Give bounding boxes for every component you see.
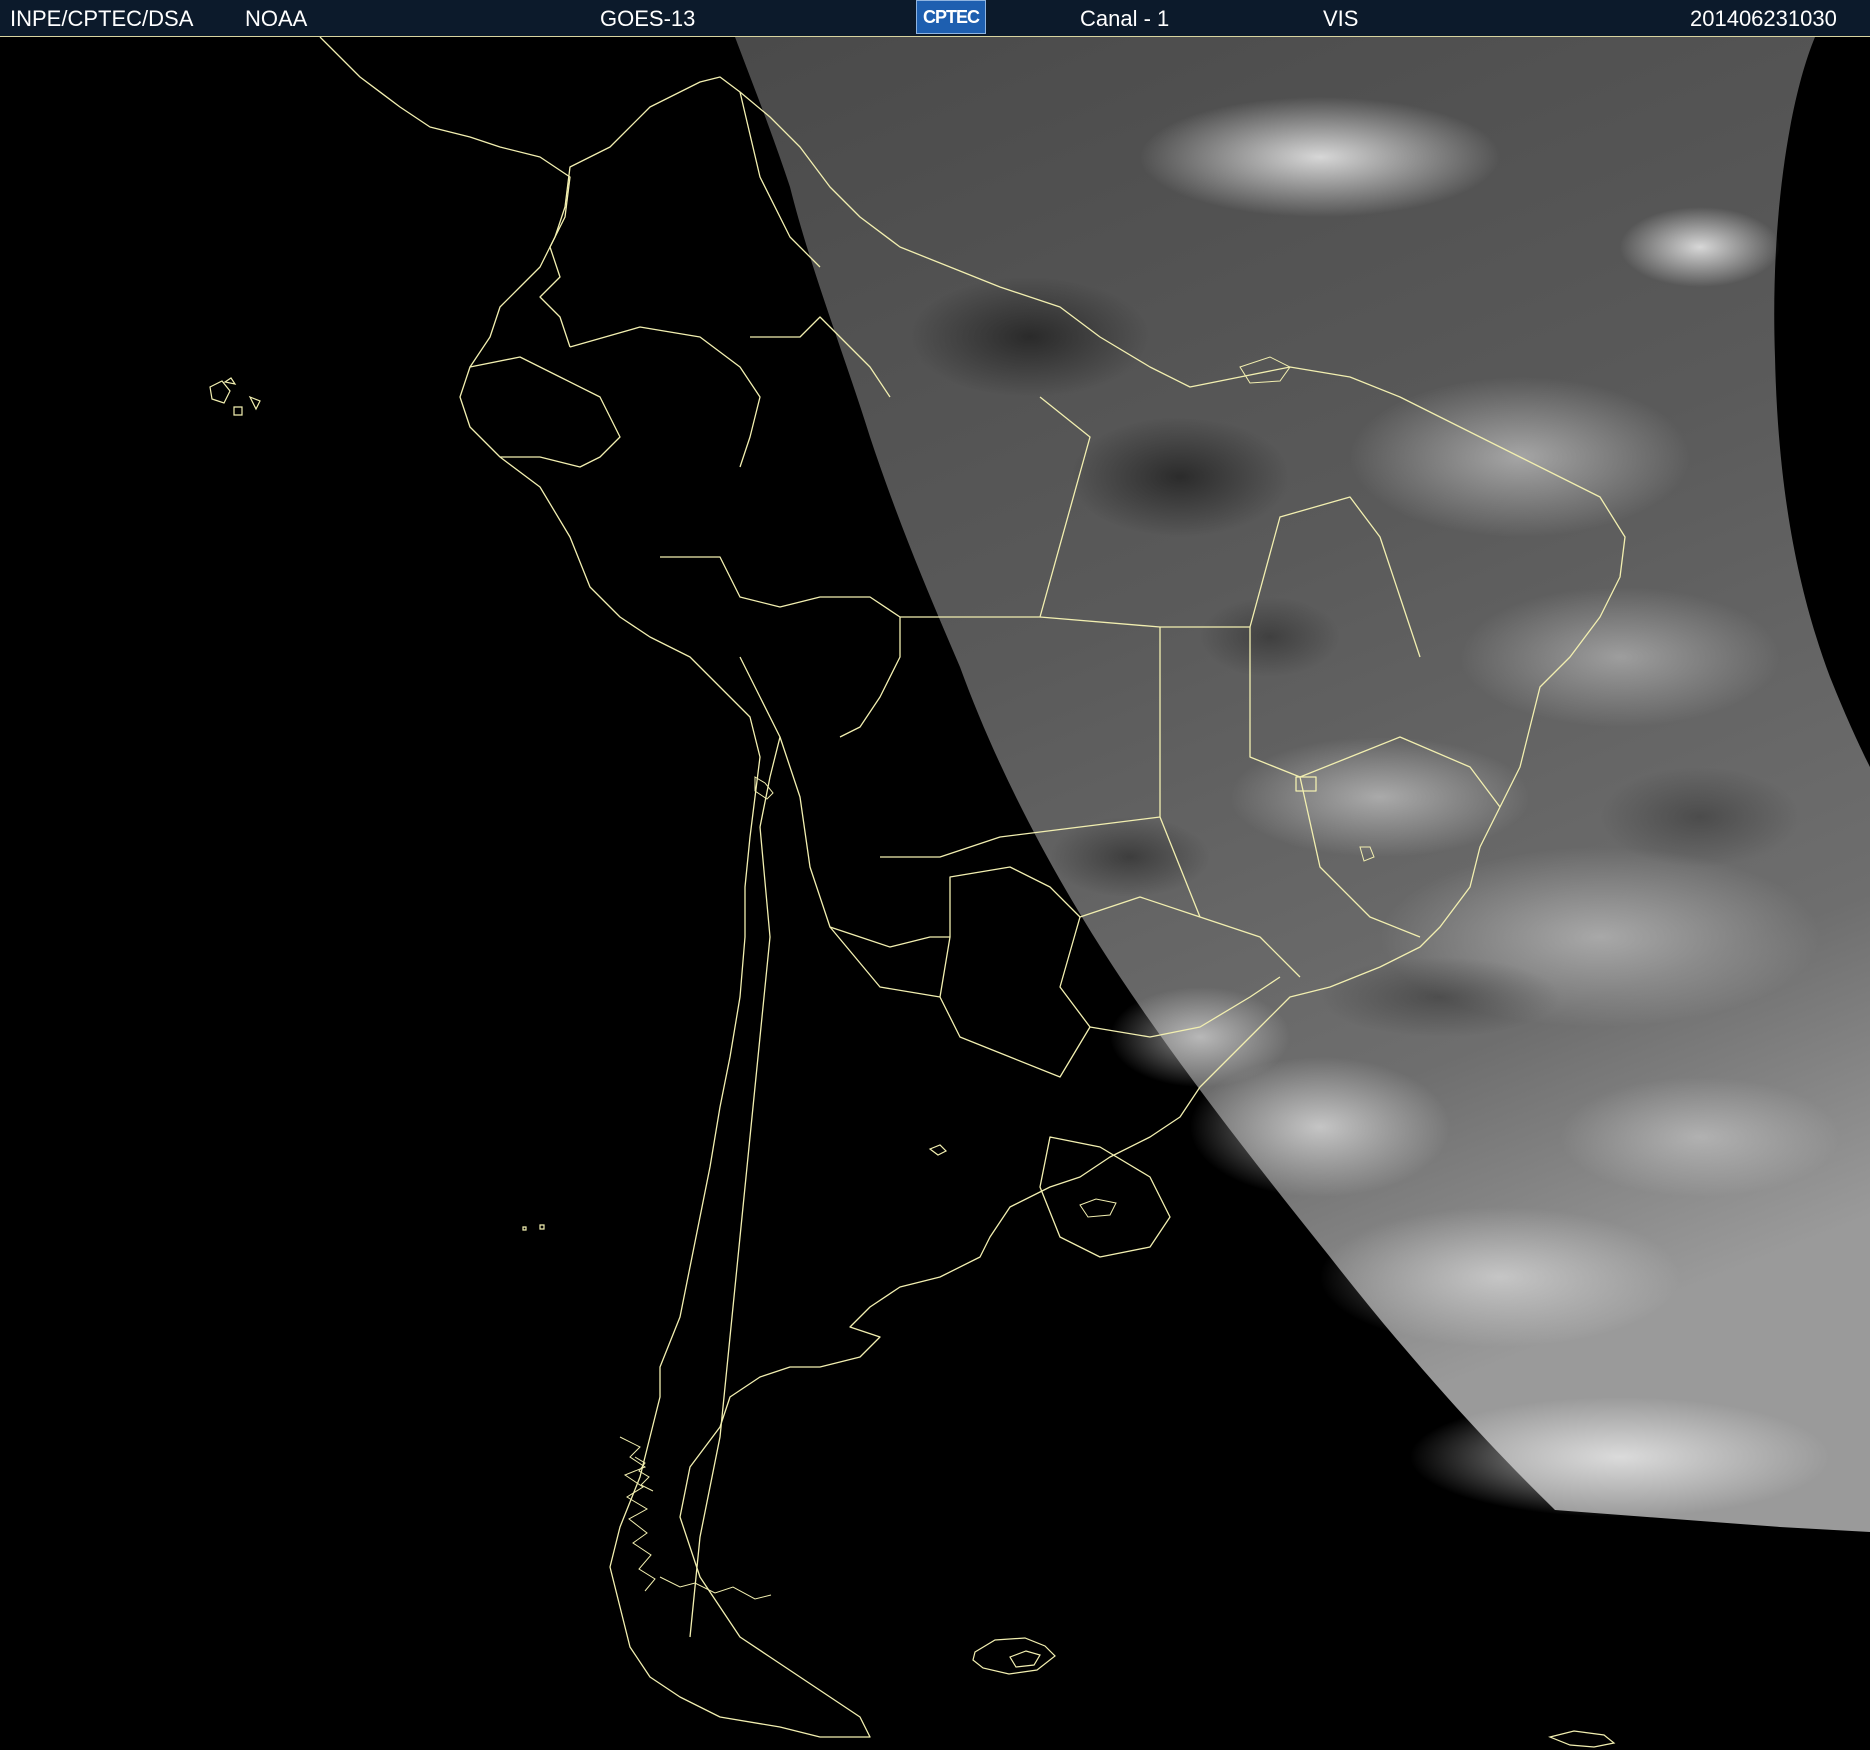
chile-fjords — [619, 1436, 772, 1600]
satellite-map — [0, 37, 1870, 1750]
cptec-logo-text: CPTEC — [922, 7, 980, 27]
central-america-coast — [319, 37, 571, 348]
satellite-label: GOES-13 — [600, 6, 696, 31]
partner-label: NOAA — [245, 6, 308, 31]
image-header-bar: INPE/CPTEC/DSA NOAA GOES-13 CPTEC Canal … — [0, 0, 1870, 37]
south-georgia-island — [1548, 1730, 1616, 1748]
cptec-logo: CPTEC — [916, 0, 986, 34]
channel-label: Canal - 1 — [1080, 6, 1170, 31]
galapagos-islands — [209, 377, 261, 416]
falkland-islands — [972, 1637, 1056, 1675]
timestamp-label: 201406231030 — [1690, 6, 1837, 31]
agency-label: INPE/CPTEC/DSA — [10, 6, 194, 31]
band-label: VIS — [1323, 6, 1359, 31]
